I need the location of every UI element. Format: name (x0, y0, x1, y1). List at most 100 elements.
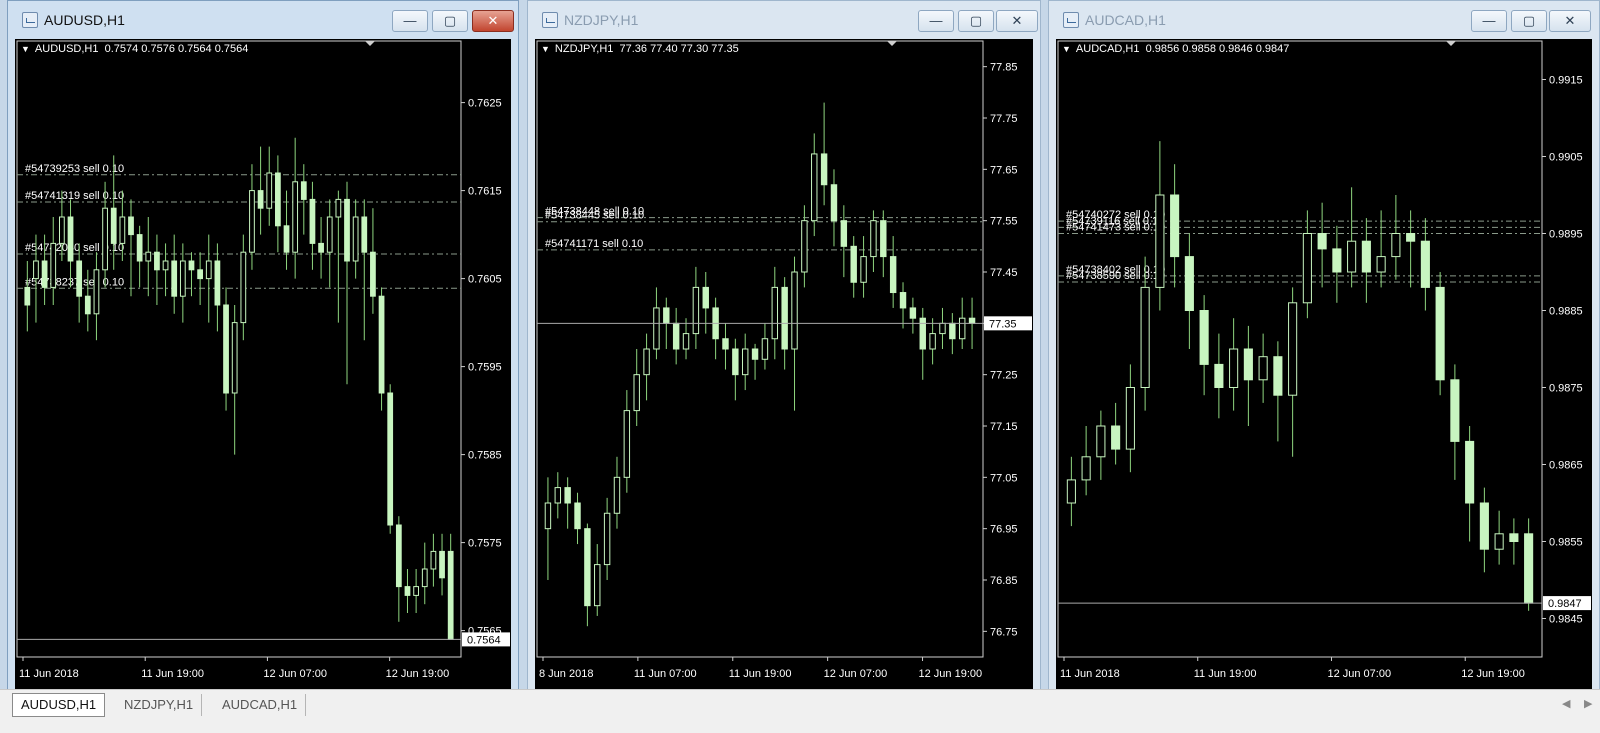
candle-body (1243, 348, 1253, 381)
candle (197, 252, 203, 305)
tab-nzdjpy[interactable]: NZDJPY,H1 (116, 694, 203, 716)
chart-window-icon (22, 12, 38, 28)
collapse-triangle-icon[interactable]: ▼ (541, 44, 550, 54)
tab-audusd[interactable]: AUDUSD,H1 (12, 693, 106, 717)
order-label: #54738445 sell 0.10 (545, 210, 644, 222)
candle-body (1524, 533, 1534, 604)
maximize-button[interactable]: ▢ (958, 10, 994, 32)
candle (1155, 141, 1165, 311)
chart-shift-marker-icon[interactable] (365, 41, 375, 46)
candle-body (830, 184, 838, 222)
candle (1391, 195, 1401, 280)
candle (240, 234, 247, 341)
candle (1111, 402, 1121, 465)
candle-body (102, 207, 108, 271)
candlestick-chart[interactable]: 0.7625 0.7615 0.7605 0.7595 0.7585 0.7575 0.75… (15, 39, 511, 689)
collapse-triangle-icon[interactable]: ▼ (1062, 44, 1071, 54)
price-tick-label: 77.15 (990, 421, 1018, 433)
collapse-triangle-icon[interactable]: ▼ (21, 44, 30, 54)
time-tick-label: 11 Jun 2018 (19, 668, 79, 680)
candle-body (404, 586, 411, 596)
chart-shift-marker-icon[interactable] (887, 41, 897, 46)
chart-shift-marker-icon[interactable] (1446, 41, 1456, 46)
candle-body (1376, 256, 1386, 273)
chart-window-audusd[interactable]: AUDUSD,H1 — ▢ ✕ 0.7625 0.7615 0.7605 0.7595… (7, 0, 519, 697)
candle (76, 243, 83, 323)
price-tick-label: 0.9845 (1549, 614, 1583, 626)
candle (732, 338, 739, 401)
minimize-button[interactable]: — (918, 10, 954, 32)
time-tick-label: 12 Jun 07:00 (824, 668, 888, 680)
chart-window-nzdjpy[interactable]: NZDJPY,H1 — ▢ ✕ 77.85 77.75 77.65 77.55 77.4… (527, 0, 1041, 697)
price-tick-label: 0.7615 (468, 186, 502, 198)
candlestick-chart[interactable]: 0.9915 0.9905 0.9895 0.9885 0.9875 0.9865 0.98… (1056, 39, 1592, 689)
candle (692, 266, 700, 349)
plot-frame (16, 40, 462, 658)
candle-body (1170, 194, 1180, 258)
chart-area[interactable]: 77.85 77.75 77.65 77.55 77.45 77.35 77.25 77.15… (535, 39, 1033, 689)
candle (370, 208, 376, 314)
window-titlebar[interactable]: NZDJPY,H1 — ▢ ✕ (528, 1, 1040, 39)
window-titlebar[interactable]: AUDUSD,H1 — ▢ ✕ (8, 1, 518, 39)
time-tick-label: 12 Jun 07:00 (1327, 668, 1391, 680)
window-titlebar[interactable]: AUDCAD,H1 — ▢ ✕ (1049, 1, 1599, 39)
candle-body (741, 348, 749, 376)
candlestick-chart[interactable]: 77.85 77.75 77.65 77.55 77.45 77.35 77.25 77.15… (535, 39, 1033, 689)
window-title: NZDJPY,H1 (564, 12, 639, 28)
candle (820, 102, 828, 206)
order-label: #54741319 sell 0.10 (25, 190, 124, 202)
candle-body (292, 181, 299, 253)
candle-body (958, 317, 966, 340)
candle (361, 199, 368, 341)
minimize-button[interactable]: — (392, 10, 428, 32)
candle-body (33, 260, 39, 280)
candle (257, 146, 264, 235)
candle (421, 542, 428, 605)
candle (231, 305, 238, 455)
candle (1081, 426, 1091, 496)
candle-body (939, 322, 946, 335)
candle-body (309, 198, 316, 244)
candle (751, 343, 759, 380)
candle-body (1347, 240, 1357, 273)
candle (275, 155, 281, 253)
candle (344, 181, 350, 385)
maximize-button[interactable]: ▢ (432, 10, 468, 32)
candle (309, 181, 316, 270)
candle-body (801, 220, 808, 273)
price-tick-label: 0.9895 (1549, 229, 1583, 241)
candle-body (1288, 302, 1298, 396)
candle-body (395, 524, 402, 588)
candle-body (1302, 233, 1312, 304)
candle-body (751, 348, 759, 360)
tab-audcad[interactable]: AUDCAD,H1 (214, 694, 307, 716)
chart-area[interactable]: 0.9915 0.9905 0.9895 0.9885 0.9875 0.9865 0.98… (1056, 39, 1592, 689)
chart-area[interactable]: 0.7625 0.7615 0.7605 0.7595 0.7585 0.7575 0.75… (15, 39, 511, 689)
tab-scroll-left-icon[interactable]: ◀ (1562, 697, 1570, 710)
close-button[interactable]: ✕ (472, 10, 514, 32)
time-tick-label: 11 Jun 2018 (1060, 668, 1120, 680)
candle (188, 252, 195, 297)
candle (889, 236, 897, 308)
candle-body (110, 207, 117, 244)
close-button[interactable]: ✕ (996, 10, 1038, 32)
order-label: #54742040 sell 0.10 (25, 242, 124, 254)
candle (1066, 456, 1076, 527)
candle-body (1420, 240, 1430, 288)
candle-body (145, 251, 152, 262)
minimize-button[interactable]: — (1471, 10, 1507, 32)
time-tick-label: 8 Jun 2018 (539, 668, 593, 680)
candle (880, 210, 887, 278)
quote-text: NZDJPY,H1 77.36 77.40 77.30 77.35 (554, 43, 739, 55)
candle (613, 456, 621, 529)
maximize-button[interactable]: ▢ (1511, 10, 1547, 32)
chart-window-audcad[interactable]: AUDCAD,H1 — ▢ ✕ 0.9915 0.9905 0.9895 0.9885… (1048, 0, 1600, 697)
candle-body (761, 338, 769, 360)
candle-body (544, 502, 552, 530)
price-tick-label: 0.9855 (1549, 537, 1583, 549)
candle (1096, 410, 1106, 480)
close-button[interactable]: ✕ (1549, 10, 1591, 32)
candle-body (1391, 233, 1401, 258)
tab-scroll-right-icon[interactable]: ▶ (1584, 697, 1592, 710)
candle-body (136, 234, 143, 262)
